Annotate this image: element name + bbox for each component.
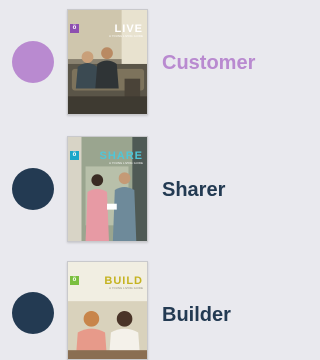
live-cover-title: LIVE — [114, 23, 143, 35]
build-guide-cover: ö BUILD A YOUNG LIVING GUIDE — [67, 261, 148, 360]
build-cover-title: BUILD — [104, 275, 143, 287]
live-cover-subtitle: A YOUNG LIVING GUIDE — [109, 35, 143, 38]
builder-label[interactable]: Builder — [162, 305, 231, 325]
option-sharer[interactable]: ö SHARE A YOUNG LIVING GUIDE Sharer — [0, 136, 270, 242]
share-cover-subtitle: A YOUNG LIVING GUIDE — [109, 162, 143, 165]
share-guide-cover: ö SHARE A YOUNG LIVING GUIDE — [67, 136, 148, 242]
live-guide-cover: ö LIVE A YOUNG LIVING GUIDE — [67, 9, 148, 115]
sharer-radio-dot[interactable] — [12, 168, 54, 210]
share-cover-title: SHARE — [99, 150, 143, 162]
share-badge-icon: ö — [70, 151, 79, 160]
option-builder[interactable]: ö BUILD A YOUNG LIVING GUIDE Builder — [0, 261, 270, 360]
build-badge-icon: ö — [70, 276, 79, 285]
customer-radio-dot[interactable] — [12, 41, 54, 83]
customer-label[interactable]: Customer — [162, 53, 255, 73]
builder-radio-dot[interactable] — [12, 292, 54, 334]
sharer-label[interactable]: Sharer — [162, 180, 225, 200]
option-customer[interactable]: ö LIVE A YOUNG LIVING GUIDE Customer — [0, 9, 270, 115]
live-badge-icon: ö — [70, 24, 79, 33]
build-cover-subtitle: A YOUNG LIVING GUIDE — [109, 287, 143, 290]
path-selector: ö LIVE A YOUNG LIVING GUIDE Customer ö S… — [0, 0, 270, 360]
